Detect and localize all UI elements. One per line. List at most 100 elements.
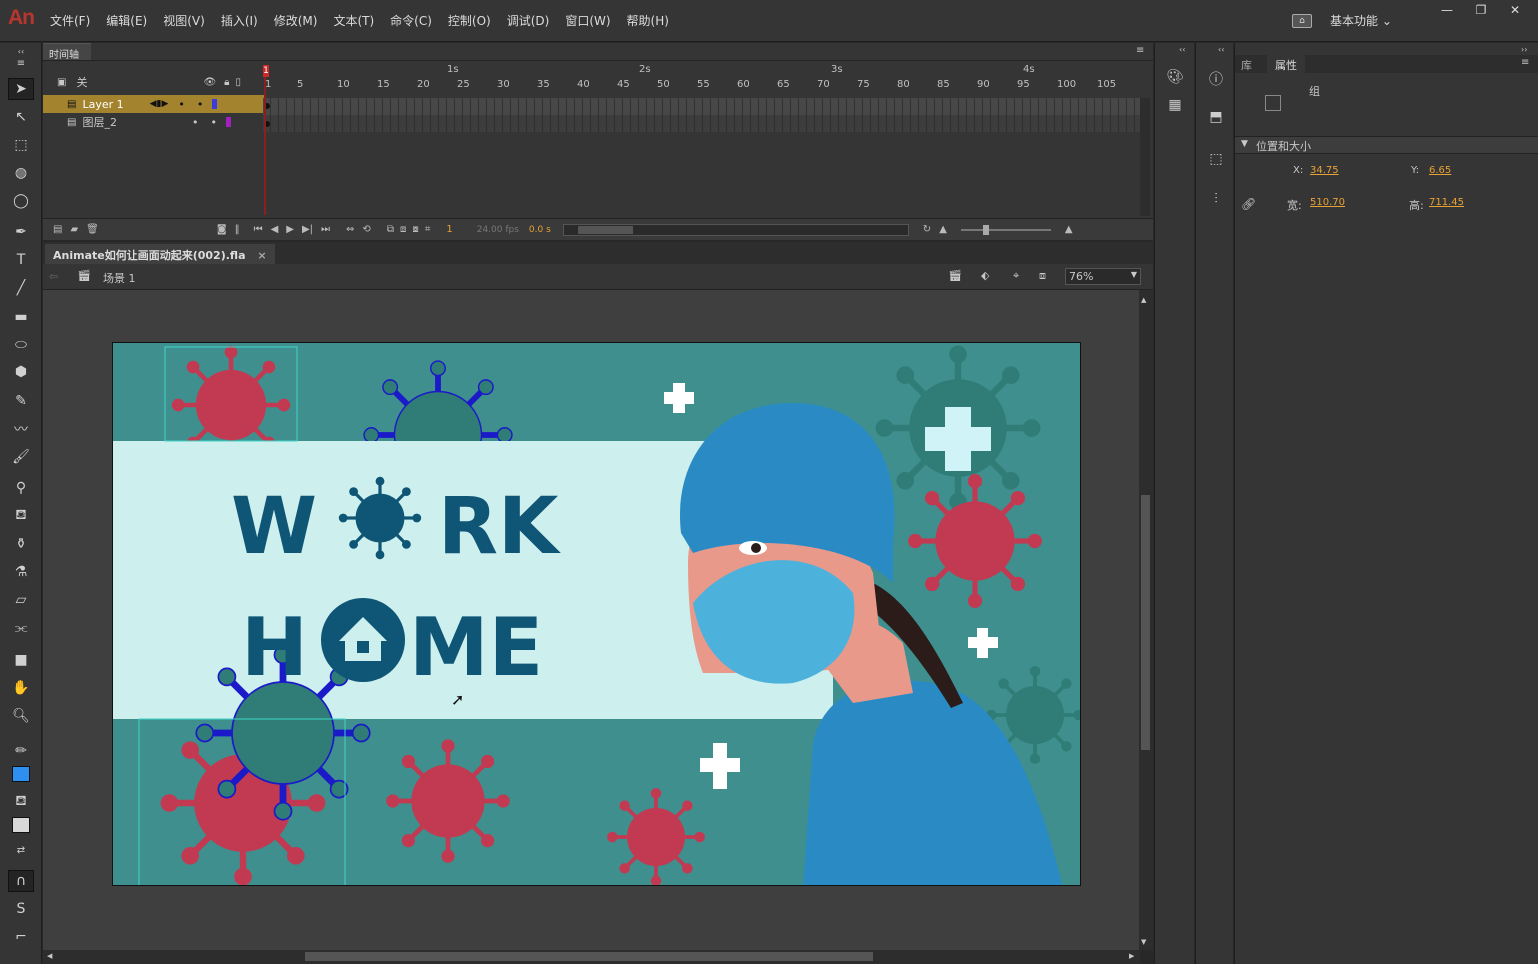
brush-tool-icon[interactable]: 🖌: [8, 446, 34, 468]
menu-debug[interactable]: 调试(D): [499, 12, 558, 29]
go-first-frame-icon[interactable]: ⏮: [254, 224, 263, 235]
snap-magnet-icon[interactable]: ∩: [8, 870, 34, 892]
panel-menu-icon[interactable]: ≡: [1136, 45, 1144, 56]
zoom-out-icon[interactable]: ▲: [939, 224, 947, 235]
zoom-tool-icon[interactable]: 🔍︎: [8, 705, 34, 727]
width-tool-icon[interactable]: ⫘: [8, 617, 34, 639]
tab-properties[interactable]: 属性: [1267, 55, 1305, 73]
layer-color-swatch[interactable]: [212, 99, 218, 109]
timeline-zoom-slider[interactable]: [960, 224, 1051, 235]
layer-depth-icon[interactable]: ‖: [235, 224, 240, 235]
current-frame[interactable]: 1: [446, 224, 452, 235]
lock-icon[interactable]: 🔒︎: [224, 77, 229, 88]
straighten-icon[interactable]: ⌐: [8, 926, 34, 948]
zoom-in-icon[interactable]: ▲: [1065, 224, 1073, 235]
keyframe-nav-icon[interactable]: ◀▮▶: [150, 99, 169, 109]
free-transform-tool-icon[interactable]: ⬚: [8, 134, 34, 156]
elapsed-time[interactable]: 0.0 s: [529, 225, 551, 235]
menu-text[interactable]: 文本(T): [325, 12, 382, 29]
stroke-color-icon[interactable]: ✏: [8, 740, 34, 762]
center-frame-icon[interactable]: ↻: [923, 224, 931, 235]
scroll-right-icon[interactable]: ▶: [1129, 952, 1134, 960]
collapse-arrows-icon[interactable]: ‹‹: [1218, 45, 1224, 54]
layer-name[interactable]: 图层_2: [82, 114, 117, 130]
playhead-handle[interactable]: 1: [263, 65, 269, 77]
swatches-grid-icon[interactable]: ▦: [1165, 97, 1185, 115]
oval-tool-icon[interactable]: ⬭: [8, 334, 34, 356]
outline-icon[interactable]: ▯: [235, 77, 241, 88]
3d-rotation-tool-icon[interactable]: ◍: [8, 162, 34, 184]
color-palette-icon[interactable]: 🎨︎: [1165, 69, 1185, 87]
menu-edit[interactable]: 编辑(E): [98, 12, 155, 29]
timeline-vscroll[interactable]: [1140, 98, 1150, 216]
pencil-tool-icon[interactable]: ✎: [8, 390, 34, 412]
gamepad-icon[interactable]: ⌂: [1292, 13, 1312, 28]
y-value[interactable]: 6.65: [1429, 165, 1451, 176]
menu-commands[interactable]: 命令(C): [382, 12, 440, 29]
layer1-frames[interactable]: [263, 98, 1143, 115]
menu-view[interactable]: 视图(V): [155, 12, 213, 29]
menu-window[interactable]: 窗口(W): [557, 12, 618, 29]
eraser-tool-icon[interactable]: ▱: [8, 589, 34, 611]
tab-library[interactable]: 库: [1241, 57, 1252, 73]
menu-control[interactable]: 控制(O): [440, 12, 499, 29]
camera-tool-icon[interactable]: ■: [8, 649, 34, 671]
paint-bucket-tool-icon[interactable]: ⛾: [8, 505, 34, 527]
subselection-tool-icon[interactable]: ↖: [8, 106, 34, 128]
scene-name[interactable]: 场景 1: [103, 270, 136, 286]
lock-dot[interactable]: •: [197, 98, 204, 111]
go-last-frame-icon[interactable]: ⏭: [321, 224, 330, 235]
onion-skin-icon[interactable]: ⧉: [387, 224, 394, 235]
collapse-arrows-icon[interactable]: ‹‹: [1179, 45, 1185, 54]
scroll-down-icon[interactable]: ▼: [1141, 938, 1146, 946]
new-folder-icon[interactable]: ▰: [70, 224, 78, 235]
link-icon[interactable]: 🔗︎: [1241, 197, 1256, 211]
visibility-dot[interactable]: •: [192, 116, 199, 129]
width-value[interactable]: 510.70: [1310, 197, 1345, 208]
loop-icon[interactable]: ⇔: [346, 224, 354, 235]
x-value[interactable]: 34.75: [1310, 165, 1339, 176]
menu-help[interactable]: 帮助(H): [619, 12, 677, 29]
scroll-left-icon[interactable]: ◀: [47, 952, 52, 960]
stage-vscroll[interactable]: ▲ ▼: [1139, 290, 1153, 950]
info-icon[interactable]: ⓘ: [1206, 69, 1226, 88]
zoom-select[interactable]: 76% ▼: [1065, 268, 1141, 285]
frame-grid[interactable]: [263, 98, 1143, 132]
stage-hscroll[interactable]: ◀ ▶: [43, 950, 1140, 964]
eye-icon[interactable]: 👁︎: [203, 77, 216, 88]
scroll-up-icon[interactable]: ▲: [1141, 296, 1146, 304]
visibility-dot[interactable]: •: [178, 98, 185, 111]
lasso-tool-icon[interactable]: ◯: [8, 190, 34, 212]
loop-playback-icon[interactable]: ⟲: [362, 224, 370, 235]
menu-file[interactable]: 文件(F): [42, 12, 98, 29]
bone-tool-icon[interactable]: ⚲: [8, 477, 34, 499]
ink-bottle-tool-icon[interactable]: ⚱: [8, 533, 34, 555]
menu-modify[interactable]: 修改(M): [266, 12, 326, 29]
menu-insert[interactable]: 插入(I): [213, 12, 266, 29]
play-icon[interactable]: ▶: [286, 224, 294, 235]
lock-dot[interactable]: •: [210, 116, 217, 129]
align-icon[interactable]: ⫶: [1206, 191, 1226, 209]
stage-canvas[interactable]: W RK H ME: [112, 342, 1081, 886]
center-stage-icon[interactable]: ⌖: [1013, 269, 1019, 283]
swap-colors-icon[interactable]: ⇄: [8, 839, 34, 861]
polystar-tool-icon[interactable]: ⬢: [8, 361, 34, 383]
collapse-arrows-icon[interactable]: ‹‹: [8, 46, 34, 56]
pen-tool-icon[interactable]: ✒: [8, 221, 34, 243]
edit-scene-icon[interactable]: 🎬︎: [948, 269, 962, 282]
smooth-icon[interactable]: S: [8, 898, 34, 920]
timeline-hscroll[interactable]: [562, 223, 909, 236]
paint-brush-tool-icon[interactable]: 〰: [8, 418, 34, 440]
layer-color-swatch[interactable]: [225, 117, 231, 127]
document-tab[interactable]: Animate如何让画面动起来(002).fla ×: [45, 244, 275, 264]
back-arrow-icon[interactable]: ⇦: [49, 270, 58, 283]
rectangle-tool-icon[interactable]: ▬: [8, 306, 34, 328]
timeline-tab[interactable]: 时间轴: [43, 43, 91, 61]
step-back-icon[interactable]: ◀: [271, 224, 279, 235]
clip-content-icon[interactable]: ⧈: [1039, 269, 1046, 283]
section-position-size[interactable]: ▼ 位置和大小: [1235, 136, 1538, 154]
text-tool-icon[interactable]: T: [8, 249, 34, 271]
modify-markers-icon[interactable]: ⌗: [425, 224, 431, 235]
line-tool-icon[interactable]: ╱: [8, 277, 34, 299]
maximize-button[interactable]: ❐: [1464, 0, 1498, 20]
